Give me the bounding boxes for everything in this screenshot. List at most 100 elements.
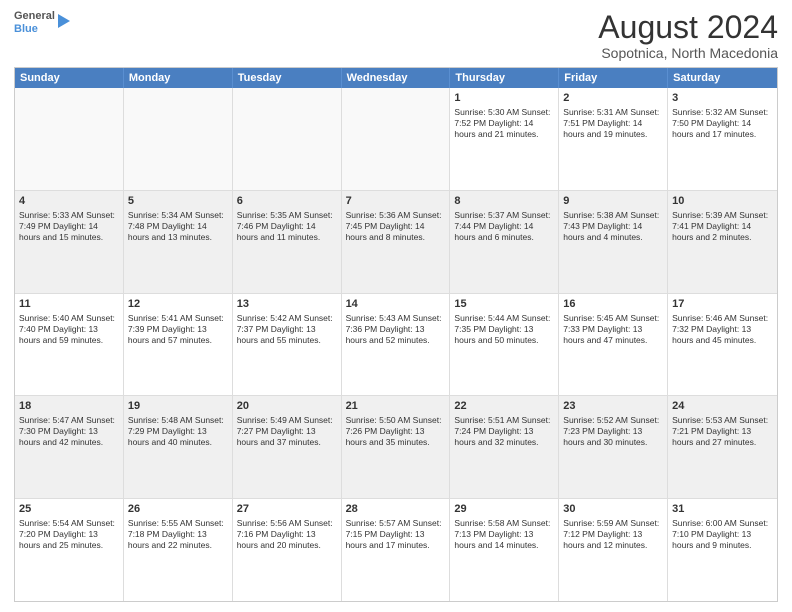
cell-content: Sunrise: 5:30 AM Sunset: 7:52 PM Dayligh… (454, 107, 554, 140)
cell-content: Sunrise: 5:48 AM Sunset: 7:29 PM Dayligh… (128, 415, 228, 448)
calendar-body: 1Sunrise: 5:30 AM Sunset: 7:52 PM Daylig… (15, 88, 777, 601)
day-number: 24 (672, 399, 773, 414)
calendar-cell-6: 6Sunrise: 5:35 AM Sunset: 7:46 PM Daylig… (233, 191, 342, 293)
header-sunday: Sunday (15, 68, 124, 88)
day-number: 30 (563, 502, 663, 517)
calendar-cell-21: 21Sunrise: 5:50 AM Sunset: 7:26 PM Dayli… (342, 396, 451, 498)
cell-content: Sunrise: 5:49 AM Sunset: 7:27 PM Dayligh… (237, 415, 337, 448)
calendar-cell-5: 5Sunrise: 5:34 AM Sunset: 7:48 PM Daylig… (124, 191, 233, 293)
day-number: 15 (454, 297, 554, 312)
calendar-cell-31: 31Sunrise: 6:00 AM Sunset: 7:10 PM Dayli… (668, 499, 777, 601)
calendar-cell-14: 14Sunrise: 5:43 AM Sunset: 7:36 PM Dayli… (342, 294, 451, 396)
day-number: 22 (454, 399, 554, 414)
cell-content: Sunrise: 5:39 AM Sunset: 7:41 PM Dayligh… (672, 210, 773, 243)
calendar-cell-18: 18Sunrise: 5:47 AM Sunset: 7:30 PM Dayli… (15, 396, 124, 498)
calendar-cell-22: 22Sunrise: 5:51 AM Sunset: 7:24 PM Dayli… (450, 396, 559, 498)
cell-content: Sunrise: 5:40 AM Sunset: 7:40 PM Dayligh… (19, 313, 119, 346)
day-number: 14 (346, 297, 446, 312)
subtitle: Sopotnica, North Macedonia (598, 45, 778, 61)
calendar-cell-4: 4Sunrise: 5:33 AM Sunset: 7:49 PM Daylig… (15, 191, 124, 293)
cell-content: Sunrise: 5:50 AM Sunset: 7:26 PM Dayligh… (346, 415, 446, 448)
day-number: 19 (128, 399, 228, 414)
header-wednesday: Wednesday (342, 68, 451, 88)
day-number: 20 (237, 399, 337, 414)
calendar-cell-empty-2 (233, 88, 342, 190)
calendar-cell-17: 17Sunrise: 5:46 AM Sunset: 7:32 PM Dayli… (668, 294, 777, 396)
day-number: 10 (672, 194, 773, 209)
calendar-cell-13: 13Sunrise: 5:42 AM Sunset: 7:37 PM Dayli… (233, 294, 342, 396)
cell-content: Sunrise: 5:42 AM Sunset: 7:37 PM Dayligh… (237, 313, 337, 346)
cell-content: Sunrise: 5:35 AM Sunset: 7:46 PM Dayligh… (237, 210, 337, 243)
day-number: 27 (237, 502, 337, 517)
day-number: 3 (672, 91, 773, 106)
cell-content: Sunrise: 5:31 AM Sunset: 7:51 PM Dayligh… (563, 107, 663, 140)
day-number: 7 (346, 194, 446, 209)
header-saturday: Saturday (668, 68, 777, 88)
cell-content: Sunrise: 5:32 AM Sunset: 7:50 PM Dayligh… (672, 107, 773, 140)
header-thursday: Thursday (450, 68, 559, 88)
day-number: 11 (19, 297, 119, 312)
cell-content: Sunrise: 5:56 AM Sunset: 7:16 PM Dayligh… (237, 518, 337, 551)
day-number: 28 (346, 502, 446, 517)
cell-content: Sunrise: 5:54 AM Sunset: 7:20 PM Dayligh… (19, 518, 119, 551)
cell-content: Sunrise: 5:33 AM Sunset: 7:49 PM Dayligh… (19, 210, 119, 243)
calendar-cell-2: 2Sunrise: 5:31 AM Sunset: 7:51 PM Daylig… (559, 88, 668, 190)
day-number: 25 (19, 502, 119, 517)
calendar-cell-23: 23Sunrise: 5:52 AM Sunset: 7:23 PM Dayli… (559, 396, 668, 498)
calendar-cell-25: 25Sunrise: 5:54 AM Sunset: 7:20 PM Dayli… (15, 499, 124, 601)
day-number: 21 (346, 399, 446, 414)
day-number: 2 (563, 91, 663, 106)
header-monday: Monday (124, 68, 233, 88)
cell-content: Sunrise: 5:59 AM Sunset: 7:12 PM Dayligh… (563, 518, 663, 551)
day-number: 5 (128, 194, 228, 209)
cell-content: Sunrise: 5:41 AM Sunset: 7:39 PM Dayligh… (128, 313, 228, 346)
calendar-cell-empty-3 (342, 88, 451, 190)
calendar-row-3: 11Sunrise: 5:40 AM Sunset: 7:40 PM Dayli… (15, 294, 777, 397)
calendar-cell-8: 8Sunrise: 5:37 AM Sunset: 7:44 PM Daylig… (450, 191, 559, 293)
calendar-cell-11: 11Sunrise: 5:40 AM Sunset: 7:40 PM Dayli… (15, 294, 124, 396)
day-number: 29 (454, 502, 554, 517)
page-header: General Blue August 2024 Sopotnica, Nort… (14, 10, 778, 61)
logo: General Blue (14, 10, 71, 36)
calendar-cell-9: 9Sunrise: 5:38 AM Sunset: 7:43 PM Daylig… (559, 191, 668, 293)
day-number: 6 (237, 194, 337, 209)
calendar-cell-empty-1 (124, 88, 233, 190)
day-number: 8 (454, 194, 554, 209)
day-number: 18 (19, 399, 119, 414)
calendar-cell-30: 30Sunrise: 5:59 AM Sunset: 7:12 PM Dayli… (559, 499, 668, 601)
day-number: 13 (237, 297, 337, 312)
calendar-cell-16: 16Sunrise: 5:45 AM Sunset: 7:33 PM Dayli… (559, 294, 668, 396)
cell-content: Sunrise: 5:47 AM Sunset: 7:30 PM Dayligh… (19, 415, 119, 448)
calendar-row-2: 4Sunrise: 5:33 AM Sunset: 7:49 PM Daylig… (15, 191, 777, 294)
header-tuesday: Tuesday (233, 68, 342, 88)
calendar: SundayMondayTuesdayWednesdayThursdayFrid… (14, 67, 778, 602)
cell-content: Sunrise: 5:43 AM Sunset: 7:36 PM Dayligh… (346, 313, 446, 346)
cell-content: Sunrise: 5:58 AM Sunset: 7:13 PM Dayligh… (454, 518, 554, 551)
header-friday: Friday (559, 68, 668, 88)
day-number: 16 (563, 297, 663, 312)
cell-content: Sunrise: 5:55 AM Sunset: 7:18 PM Dayligh… (128, 518, 228, 551)
calendar-cell-29: 29Sunrise: 5:58 AM Sunset: 7:13 PM Dayli… (450, 499, 559, 601)
day-number: 9 (563, 194, 663, 209)
calendar-cell-12: 12Sunrise: 5:41 AM Sunset: 7:39 PM Dayli… (124, 294, 233, 396)
cell-content: Sunrise: 5:51 AM Sunset: 7:24 PM Dayligh… (454, 415, 554, 448)
cell-content: Sunrise: 5:44 AM Sunset: 7:35 PM Dayligh… (454, 313, 554, 346)
calendar-row-5: 25Sunrise: 5:54 AM Sunset: 7:20 PM Dayli… (15, 499, 777, 601)
calendar-cell-empty-0 (15, 88, 124, 190)
calendar-cell-7: 7Sunrise: 5:36 AM Sunset: 7:45 PM Daylig… (342, 191, 451, 293)
calendar-cell-24: 24Sunrise: 5:53 AM Sunset: 7:21 PM Dayli… (668, 396, 777, 498)
cell-content: Sunrise: 5:53 AM Sunset: 7:21 PM Dayligh… (672, 415, 773, 448)
day-number: 23 (563, 399, 663, 414)
day-number: 1 (454, 91, 554, 106)
day-number: 31 (672, 502, 773, 517)
calendar-cell-20: 20Sunrise: 5:49 AM Sunset: 7:27 PM Dayli… (233, 396, 342, 498)
cell-content: Sunrise: 5:36 AM Sunset: 7:45 PM Dayligh… (346, 210, 446, 243)
day-number: 12 (128, 297, 228, 312)
cell-content: Sunrise: 5:37 AM Sunset: 7:44 PM Dayligh… (454, 210, 554, 243)
calendar-cell-28: 28Sunrise: 5:57 AM Sunset: 7:15 PM Dayli… (342, 499, 451, 601)
calendar-cell-19: 19Sunrise: 5:48 AM Sunset: 7:29 PM Dayli… (124, 396, 233, 498)
cell-content: Sunrise: 5:46 AM Sunset: 7:32 PM Dayligh… (672, 313, 773, 346)
calendar-cell-26: 26Sunrise: 5:55 AM Sunset: 7:18 PM Dayli… (124, 499, 233, 601)
cell-content: Sunrise: 5:52 AM Sunset: 7:23 PM Dayligh… (563, 415, 663, 448)
calendar-row-4: 18Sunrise: 5:47 AM Sunset: 7:30 PM Dayli… (15, 396, 777, 499)
